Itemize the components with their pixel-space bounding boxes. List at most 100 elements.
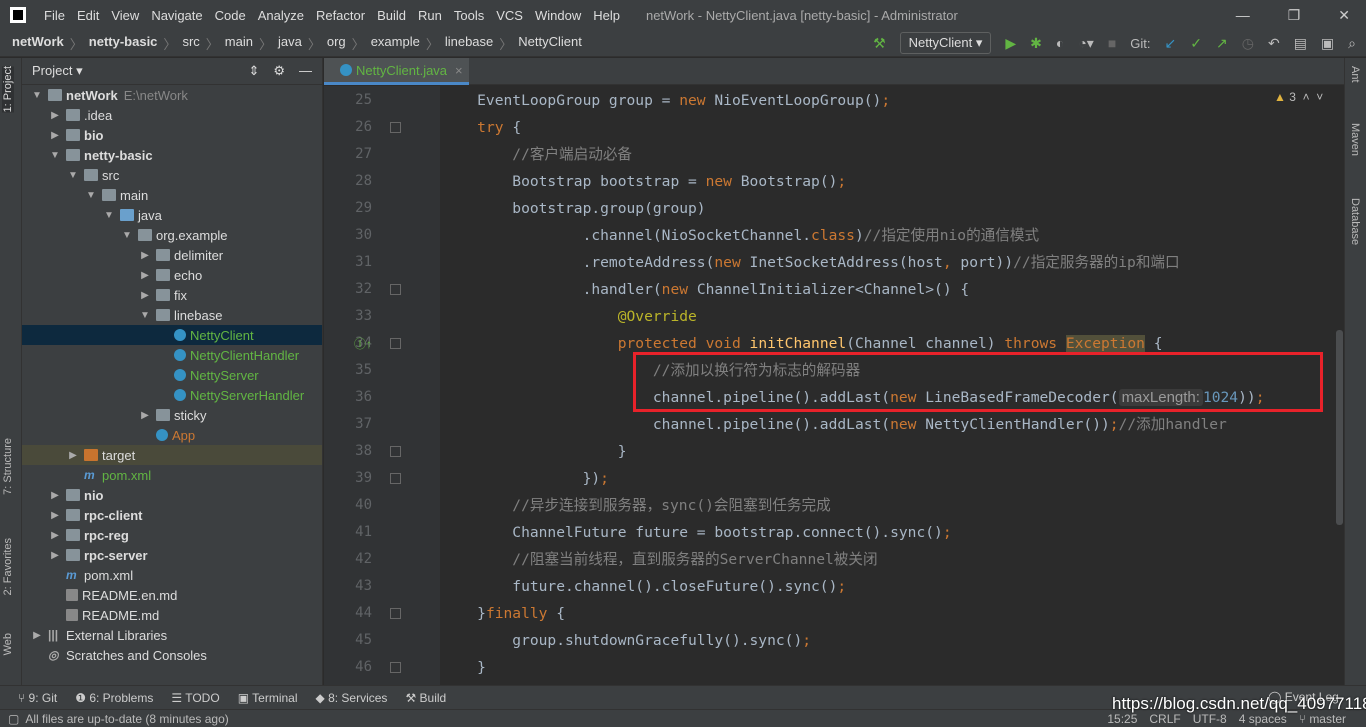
coverage-icon[interactable]: ◐ [1056, 35, 1064, 51]
tree-item[interactable]: ▼ main [22, 185, 322, 205]
expanded-arrow-icon[interactable]: ▼ [102, 210, 116, 221]
tab-terminal[interactable]: ▣ Terminal [238, 691, 298, 705]
tab-services[interactable]: ◆ 8: Services [316, 691, 388, 705]
fold-icon[interactable] [390, 122, 401, 133]
menu-file[interactable]: File [38, 8, 71, 23]
tab-git[interactable]: ⑂ 9: Git [18, 691, 57, 705]
tab-problems[interactable]: ❶ 6: Problems [75, 691, 153, 705]
fold-icon[interactable] [390, 608, 401, 619]
breadcrumb-item[interactable]: example [371, 34, 420, 53]
tree-item[interactable]: ▶ bio [22, 125, 322, 145]
tree-item[interactable]: README.md [22, 605, 322, 625]
collapsed-arrow-icon[interactable]: ▶ [138, 250, 152, 261]
collapsed-arrow-icon[interactable]: ▶ [138, 290, 152, 301]
menu-vcs[interactable]: VCS [490, 8, 529, 23]
maximize-icon[interactable]: ❐ [1288, 7, 1301, 24]
tree-item[interactable]: ▶ rpc-reg [22, 525, 322, 545]
minimize-icon[interactable]: — [1236, 7, 1250, 24]
vertical-scrollbar[interactable] [1336, 330, 1343, 525]
tree-item[interactable]: ▼ netWork E:\netWork [22, 85, 322, 105]
build-hammer-icon[interactable]: ⚒ [873, 35, 886, 52]
collapsed-arrow-icon[interactable]: ▶ [48, 130, 62, 141]
collapsed-arrow-icon[interactable]: ▶ [30, 630, 44, 641]
menu-view[interactable]: View [105, 8, 145, 23]
menu-tools[interactable]: Tools [448, 8, 490, 23]
menu-refactor[interactable]: Refactor [310, 8, 371, 23]
breadcrumb-item[interactable]: netWork [12, 34, 64, 53]
menu-window[interactable]: Window [529, 8, 587, 23]
git-update-icon[interactable]: ↙ [1165, 35, 1177, 52]
tree-item[interactable]: ▼ org.example [22, 225, 322, 245]
menu-analyze[interactable]: Analyze [252, 8, 310, 23]
tree-item[interactable]: App [22, 425, 322, 445]
breadcrumb-item[interactable]: src [182, 34, 199, 53]
menu-help[interactable]: Help [587, 8, 626, 23]
collapsed-arrow-icon[interactable]: ▶ [138, 410, 152, 421]
project-structure-icon[interactable]: ▤ [1294, 35, 1307, 52]
expanded-arrow-icon[interactable]: ▼ [120, 230, 134, 241]
collapsed-arrow-icon[interactable]: ▶ [66, 450, 80, 461]
tree-item[interactable]: ▼ linebase [22, 305, 322, 325]
warnings-indicator[interactable]: ▲ 3 ˄ ˅ [1274, 90, 1323, 104]
tab-web[interactable]: Web [2, 633, 14, 655]
menu-navigate[interactable]: Navigate [145, 8, 208, 23]
tab-database[interactable]: Database [1349, 198, 1361, 245]
breadcrumb-item[interactable]: linebase [445, 34, 493, 53]
git-push-icon[interactable]: ↗ [1216, 35, 1228, 52]
collapsed-arrow-icon[interactable]: ▶ [48, 110, 62, 121]
tree-item[interactable]: NettyClient [22, 325, 322, 345]
tree-item[interactable]: ▶ target [22, 445, 322, 465]
tree-item[interactable]: ▶ rpc-server [22, 545, 322, 565]
breadcrumb-item[interactable]: org [327, 34, 346, 53]
close-tab-icon[interactable]: × [455, 63, 463, 78]
fold-icon[interactable] [390, 338, 401, 349]
tree-item[interactable]: NettyServer [22, 365, 322, 385]
breadcrumb-item[interactable]: main [225, 34, 253, 53]
menu-edit[interactable]: Edit [71, 8, 105, 23]
tab-ant[interactable]: Ant [1349, 66, 1361, 83]
expanded-arrow-icon[interactable]: ▼ [48, 150, 62, 161]
hide-icon[interactable]: — [299, 63, 312, 79]
project-view-dropdown[interactable]: Project ▾ [32, 63, 83, 79]
tree-item[interactable]: m pom.xml [22, 465, 322, 485]
tree-item[interactable]: ▶ nio [22, 485, 322, 505]
expanded-arrow-icon[interactable]: ▼ [30, 90, 44, 101]
expanded-arrow-icon[interactable]: ▼ [84, 190, 98, 201]
run-icon[interactable]: ▶ [1005, 35, 1016, 52]
history-icon[interactable]: ◷ [1242, 35, 1254, 52]
tab-project[interactable]: 1: Project [2, 66, 14, 113]
breadcrumb-item[interactable]: netty-basic [89, 34, 158, 53]
fold-icon[interactable] [390, 284, 401, 295]
menu-build[interactable]: Build [371, 8, 412, 23]
tree-item[interactable]: ▶ fix [22, 285, 322, 305]
tab-favorites[interactable]: 2: Favorites [2, 538, 14, 595]
tab-todo[interactable]: ☰ TODO [171, 691, 219, 705]
tree-item[interactable]: README.en.md [22, 585, 322, 605]
tree-item[interactable]: ▼ netty-basic [22, 145, 322, 165]
tree-item[interactable]: ▶ sticky [22, 405, 322, 425]
tree-item[interactable]: ▶ delimiter [22, 245, 322, 265]
tree-item[interactable]: ▼ src [22, 165, 322, 185]
gear-icon[interactable]: ⚙ [273, 63, 285, 79]
git-commit-icon[interactable]: ✓ [1190, 35, 1202, 52]
collapse-all-icon[interactable]: ⇕ [248, 63, 259, 79]
fold-icon[interactable] [390, 662, 401, 673]
menu-code[interactable]: Code [209, 8, 252, 23]
tree-item[interactable]: ▶ .idea [22, 105, 322, 125]
collapsed-arrow-icon[interactable]: ▶ [48, 490, 62, 501]
tab-nettyclient-java[interactable]: NettyClient.java × [324, 58, 469, 85]
tree-item[interactable]: ▶ echo [22, 265, 322, 285]
tree-item[interactable]: NettyClientHandler [22, 345, 322, 365]
breadcrumb-item[interactable]: NettyClient [518, 34, 582, 53]
tree-item[interactable]: ◎ Scratches and Consoles [22, 645, 322, 665]
override-marker-icon[interactable]: Ⓘ↑ [354, 335, 372, 352]
expanded-arrow-icon[interactable]: ▼ [66, 170, 80, 181]
menu-run[interactable]: Run [412, 8, 448, 23]
tree-item[interactable]: ▼ java [22, 205, 322, 225]
run-anything-icon[interactable]: ▣ [1321, 35, 1334, 52]
profile-icon[interactable]: ◔▾ [1078, 35, 1093, 52]
tab-maven[interactable]: Maven [1349, 123, 1361, 156]
debug-icon[interactable]: ✱ [1030, 35, 1042, 52]
stop-icon[interactable]: ■ [1108, 35, 1116, 51]
fold-icon[interactable] [390, 446, 401, 457]
